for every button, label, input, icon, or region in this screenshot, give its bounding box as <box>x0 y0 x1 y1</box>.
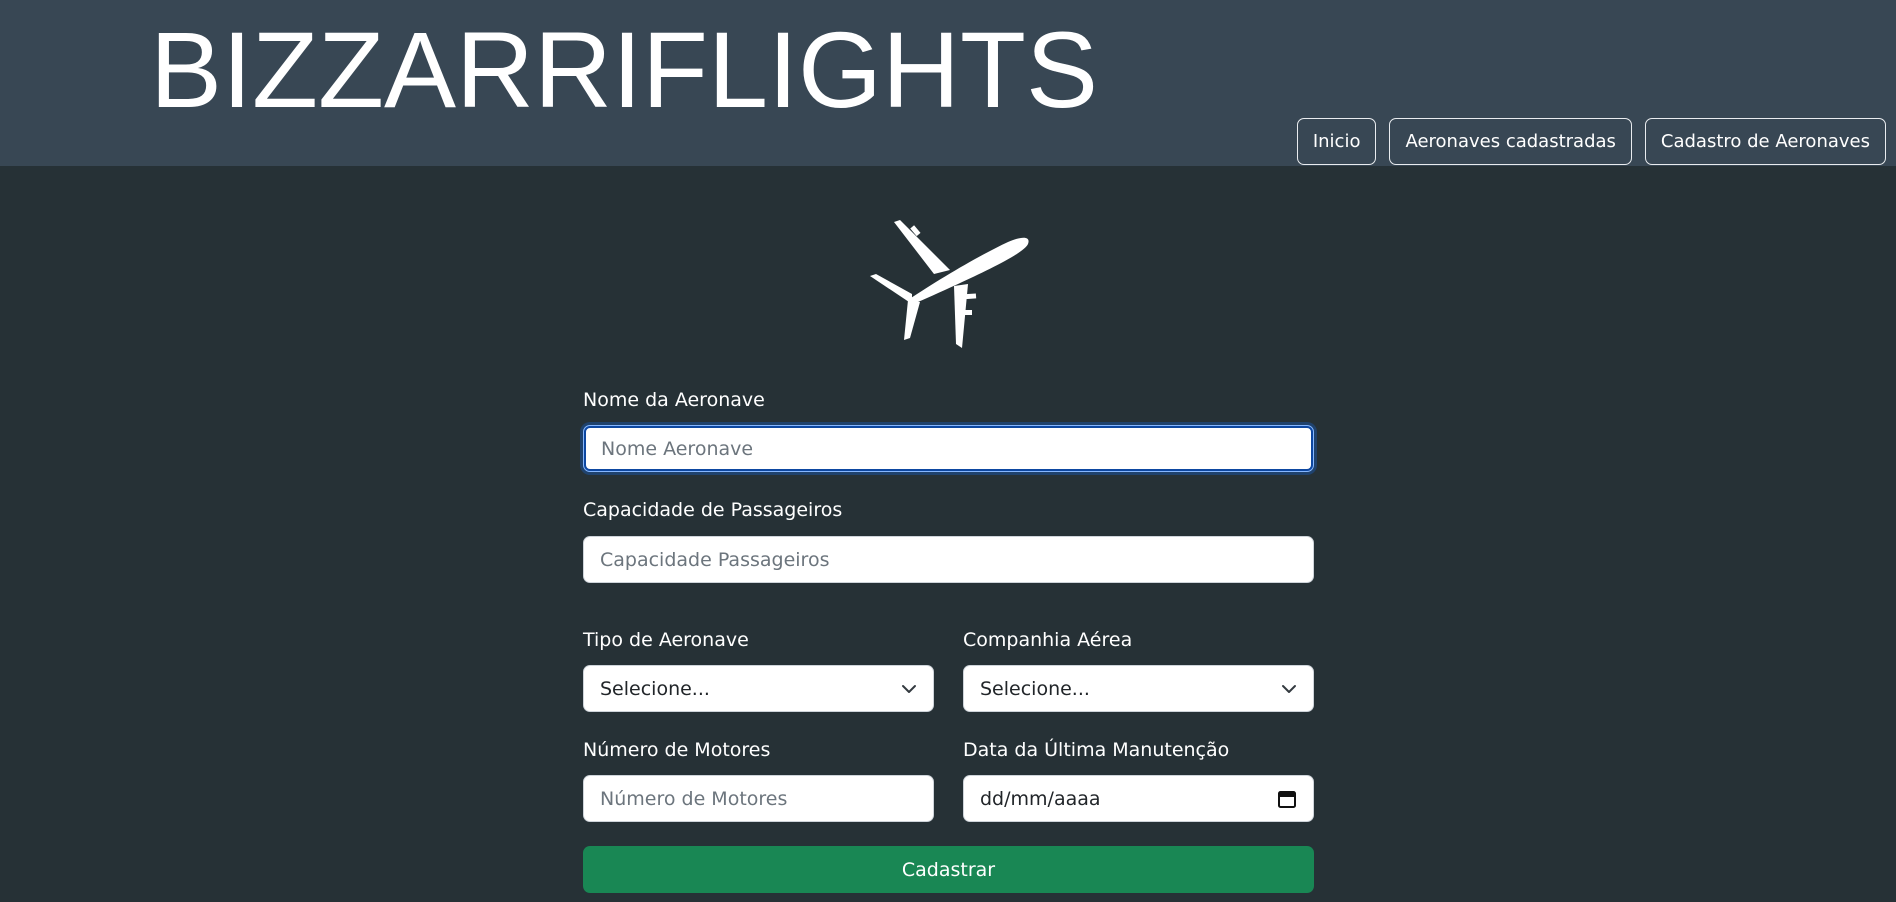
nome-aeronave-input[interactable]: Nome Aeronave <box>583 425 1314 472</box>
brand-title: BIZZARRIFLIGHTS <box>150 9 1099 130</box>
nome-aeronave-placeholder: Nome Aeronave <box>601 437 754 460</box>
companhia-aerea-label: Companhia Aérea <box>963 629 1133 651</box>
cadastrar-button[interactable]: Cadastrar <box>583 846 1314 893</box>
companhia-aerea-select[interactable]: Selecione... <box>963 665 1314 712</box>
nav-inicio-button[interactable]: Inicio <box>1296 118 1377 165</box>
nav-aeronaves-cadastradas-button[interactable]: Aeronaves cadastradas <box>1389 118 1632 165</box>
capacidade-passageiros-placeholder: Capacidade Passageiros <box>600 548 830 571</box>
companhia-aerea-selected: Selecione... <box>980 677 1090 700</box>
numero-motores-placeholder: Número de Motores <box>600 787 788 810</box>
tipo-aeronave-select[interactable]: Selecione... <box>583 665 934 712</box>
data-manutencao-value: dd/mm/aaaa <box>980 787 1101 810</box>
chevron-down-icon <box>902 685 916 693</box>
data-manutencao-label: Data da Última Manutenção <box>963 739 1230 761</box>
nav-cadastro-aeronaves-button[interactable]: Cadastro de Aeronaves <box>1644 118 1886 165</box>
nome-aeronave-label: Nome da Aeronave <box>583 389 765 411</box>
capacidade-passageiros-label: Capacidade de Passageiros <box>583 499 843 521</box>
tipo-aeronave-label: Tipo de Aeronave <box>583 629 749 651</box>
chevron-down-icon <box>1282 685 1296 693</box>
numero-motores-input[interactable]: Número de Motores <box>583 775 934 822</box>
numero-motores-label: Número de Motores <box>583 739 771 761</box>
data-manutencao-input[interactable]: dd/mm/aaaa <box>963 775 1314 822</box>
airplane-icon <box>870 220 1029 348</box>
calendar-icon[interactable] <box>1277 789 1297 809</box>
tipo-aeronave-selected: Selecione... <box>600 677 710 700</box>
capacidade-passageiros-input[interactable]: Capacidade Passageiros <box>583 536 1314 583</box>
top-header: BIZZARRIFLIGHTS Inicio Aeronaves cadastr… <box>0 0 1896 166</box>
main-nav: Inicio Aeronaves cadastradas Cadastro de… <box>1296 118 1886 165</box>
